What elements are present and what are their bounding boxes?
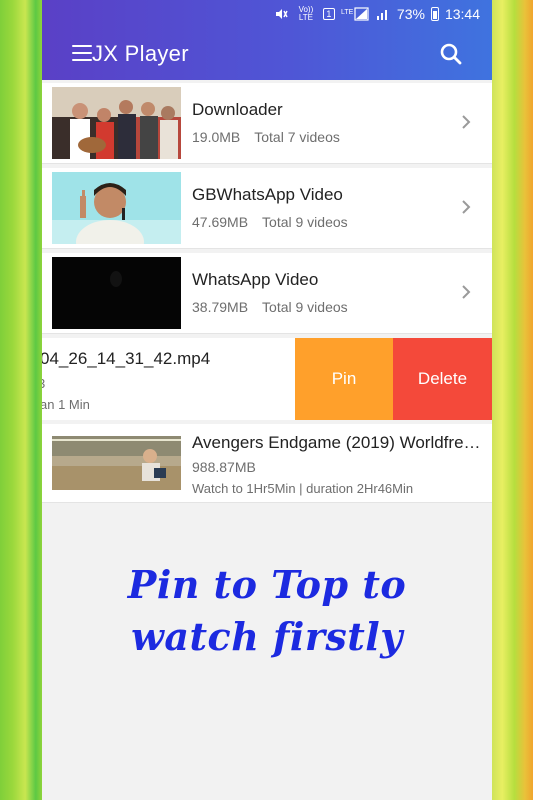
- folder-thumbnail: [52, 257, 181, 329]
- promo-line-1: Pin to Top to: [127, 562, 407, 607]
- folder-count: Total 9 videos: [262, 214, 348, 230]
- swiped-video-row[interactable]: 04_26_14_31_42.mp4 3 an 1 Min Pin Delete: [42, 338, 492, 420]
- folder-count: Total 9 videos: [262, 299, 348, 315]
- folder-size: 47.69MB: [192, 214, 249, 230]
- video-filename: 04_26_14_31_42.mp4: [42, 349, 211, 368]
- video-watch-progress: an 1 Min: [42, 397, 90, 412]
- decorative-left-stripes: [0, 0, 42, 800]
- battery-percent: 73%: [396, 6, 425, 22]
- clock: 13:44: [444, 6, 480, 22]
- search-icon[interactable]: [440, 43, 462, 65]
- app-title: JX Player: [92, 41, 189, 66]
- signal-icon: [375, 7, 391, 21]
- chevron-right-icon: [462, 115, 471, 129]
- folder-thumbnail: [52, 172, 181, 244]
- video-folder-list: Downloader 19.0MB Total 7 videos GBWhats…: [42, 83, 492, 503]
- folder-name: WhatsApp Video: [192, 270, 319, 289]
- delete-button[interactable]: Delete: [393, 338, 492, 420]
- folder-meta: 47.69MB Total 9 videos: [192, 214, 348, 230]
- folder-name: GBWhatsApp Video: [192, 185, 343, 204]
- hamburger-menu-icon[interactable]: [72, 45, 92, 61]
- mute-icon: [273, 7, 289, 21]
- decorative-right-stripes: [492, 0, 533, 800]
- app-bar: Vo)) LTE 1 LTE 73% 13:44 JX Player: [42, 0, 492, 80]
- folder-row-downloader[interactable]: Downloader 19.0MB Total 7 videos: [42, 83, 492, 164]
- folder-name: Downloader: [192, 100, 283, 119]
- folder-size: 19.0MB: [192, 129, 241, 145]
- video-title: Avengers Endgame (2019) Worldfre…: [192, 433, 481, 452]
- folder-row-whatsapp-video[interactable]: WhatsApp Video 38.79MB Total 9 videos: [42, 253, 492, 334]
- folder-row-gbwhatsapp-video[interactable]: GBWhatsApp Video 47.69MB Total 9 videos: [42, 168, 492, 249]
- svg-text:LTE: LTE: [341, 9, 354, 16]
- video-size: 988.87MB: [192, 459, 256, 475]
- folder-meta: 19.0MB Total 7 videos: [192, 129, 340, 145]
- folder-thumbnail: [52, 87, 181, 159]
- volte-icon: Vo)) LTE: [298, 5, 314, 22]
- sim-icon: 1: [322, 8, 335, 20]
- phone-screen: Vo)) LTE 1 LTE 73% 13:44 JX Player Downl…: [42, 0, 492, 800]
- folder-meta: 38.79MB Total 9 videos: [192, 299, 348, 315]
- video-size: 3: [42, 376, 45, 391]
- chevron-right-icon: [462, 200, 471, 214]
- lte-signal-icon: LTE: [341, 7, 369, 21]
- video-thumbnail: [52, 436, 181, 490]
- folder-count: Total 7 videos: [254, 129, 340, 145]
- video-row-avengers[interactable]: Avengers Endgame (2019) Worldfre… 988.87…: [42, 424, 492, 503]
- battery-icon: [430, 7, 439, 21]
- status-bar: Vo)) LTE 1 LTE 73% 13:44: [273, 5, 480, 23]
- video-watch-progress: Watch to 1Hr5Min | duration 2Hr46Min: [192, 481, 414, 496]
- pin-button[interactable]: Pin: [295, 338, 393, 420]
- folder-size: 38.79MB: [192, 299, 249, 315]
- promo-line-2: watch firstly: [131, 614, 403, 659]
- chevron-right-icon: [462, 285, 471, 299]
